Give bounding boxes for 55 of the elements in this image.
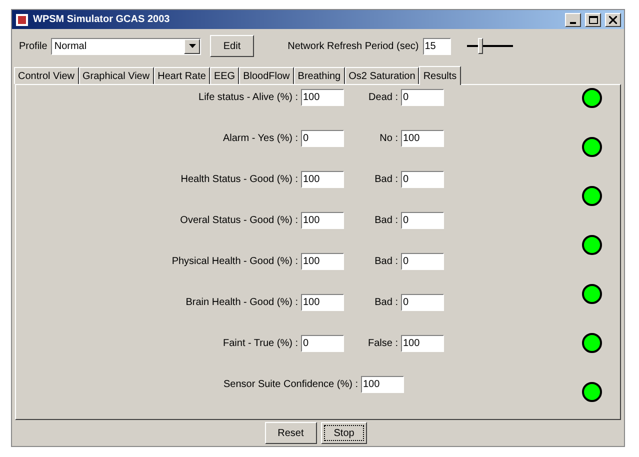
result-label: Bad : bbox=[374, 297, 398, 308]
result-label: False : bbox=[366, 338, 398, 349]
result-label: Bad : bbox=[374, 215, 398, 226]
result-field[interactable]: 100 bbox=[301, 253, 344, 270]
result-label: Health Status - Good (%) : bbox=[180, 174, 298, 185]
app-icon bbox=[15, 12, 29, 26]
result-label: Physical Health - Good (%) : bbox=[170, 256, 298, 267]
close-icon bbox=[609, 16, 617, 24]
result-field[interactable]: 0 bbox=[401, 212, 444, 229]
result-label: Sensor Suite Confidence (%) : bbox=[223, 379, 358, 390]
tab[interactable]: EEG bbox=[210, 67, 240, 84]
result-field[interactable]: 0 bbox=[401, 89, 444, 106]
result-field[interactable]: 100 bbox=[301, 212, 344, 229]
result-field[interactable]: 0 bbox=[401, 171, 444, 188]
result-label: Overal Status - Good (%) : bbox=[179, 215, 298, 226]
close-button[interactable] bbox=[605, 12, 621, 26]
caret-icon bbox=[188, 44, 196, 48]
result-label: Bad : bbox=[374, 256, 398, 267]
action-button[interactable]: Stop bbox=[320, 422, 368, 444]
result-label: Faint - True (%) : bbox=[222, 338, 298, 349]
result-field[interactable]: 100 bbox=[361, 376, 404, 393]
minimize-button[interactable] bbox=[565, 12, 581, 26]
result-field[interactable]: 100 bbox=[301, 294, 344, 311]
tab[interactable]: Graphical View bbox=[78, 67, 154, 84]
result-label: No : bbox=[378, 133, 398, 144]
result-field[interactable]: 0 bbox=[401, 253, 444, 270]
result-field[interactable]: 100 bbox=[401, 130, 444, 147]
refresh-period-field[interactable]: 15 bbox=[422, 38, 451, 54]
result-field[interactable]: 100 bbox=[301, 89, 344, 106]
result-label: Alarm - Yes (%) : bbox=[222, 133, 298, 144]
action-button[interactable]: Reset bbox=[264, 422, 317, 444]
slider-thumb[interactable] bbox=[478, 38, 483, 54]
tab[interactable]: Breathing bbox=[294, 67, 345, 84]
profile-label: Profile bbox=[19, 40, 48, 52]
window-title: WPSM Simulator GCAS 2003 bbox=[33, 14, 171, 25]
tab[interactable]: BloodFlow bbox=[239, 67, 294, 84]
result-label: Life status - Alive (%) : bbox=[198, 92, 298, 103]
tab[interactable]: Results bbox=[419, 66, 461, 85]
result-field[interactable]: 0 bbox=[301, 130, 344, 147]
refresh-period-label: Network Refresh Period (sec) bbox=[288, 40, 419, 52]
result-field[interactable]: 100 bbox=[301, 171, 344, 188]
result-label: Dead : bbox=[368, 92, 398, 103]
result-field[interactable]: 0 bbox=[301, 335, 344, 352]
result-label: Bad : bbox=[374, 174, 398, 185]
maximize-icon bbox=[588, 16, 598, 24]
tab[interactable]: Heart Rate bbox=[154, 67, 210, 84]
edit-button[interactable]: Edit bbox=[210, 35, 254, 57]
result-label: Brain Health - Good (%) : bbox=[184, 297, 298, 308]
tab[interactable]: Os2 Saturation bbox=[344, 67, 420, 84]
result-field[interactable]: 100 bbox=[401, 335, 444, 352]
profile-dropdown[interactable]: Normal bbox=[51, 38, 202, 54]
minimize-icon bbox=[570, 22, 576, 24]
maximize-button[interactable] bbox=[585, 12, 601, 26]
result-field[interactable]: 0 bbox=[401, 294, 444, 311]
tab[interactable]: Control View bbox=[14, 67, 79, 84]
